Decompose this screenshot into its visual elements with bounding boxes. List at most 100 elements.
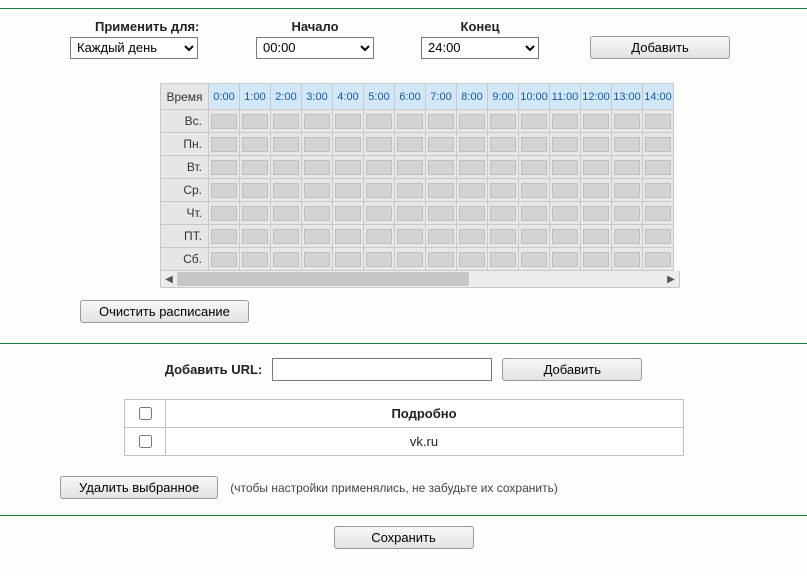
select-all-checkbox[interactable] — [139, 407, 152, 420]
save-button[interactable]: Сохранить — [334, 526, 474, 549]
add-schedule-button[interactable]: Добавить — [590, 36, 730, 59]
hour-header[interactable]: 0:00 — [209, 84, 240, 110]
schedule-cell[interactable] — [209, 248, 240, 271]
apply-for-select[interactable]: Каждый день — [70, 37, 198, 59]
schedule-cell[interactable] — [240, 156, 271, 179]
schedule-cell[interactable] — [209, 179, 240, 202]
schedule-cell[interactable] — [488, 225, 519, 248]
end-time-select[interactable]: 24:00 — [421, 37, 539, 59]
schedule-cell[interactable] — [457, 202, 488, 225]
schedule-cell[interactable] — [581, 156, 612, 179]
hour-header[interactable]: 9:00 — [488, 84, 519, 110]
hour-header[interactable]: 6:00 — [395, 84, 426, 110]
schedule-cell[interactable] — [426, 156, 457, 179]
schedule-cell[interactable] — [581, 110, 612, 133]
add-url-button[interactable]: Добавить — [502, 358, 642, 381]
schedule-cell[interactable] — [457, 179, 488, 202]
schedule-cell[interactable] — [488, 156, 519, 179]
schedule-cell[interactable] — [488, 202, 519, 225]
schedule-cell[interactable] — [271, 179, 302, 202]
schedule-cell[interactable] — [457, 110, 488, 133]
hour-header[interactable]: 7:00 — [426, 84, 457, 110]
schedule-cell[interactable] — [612, 202, 643, 225]
schedule-cell[interactable] — [395, 248, 426, 271]
schedule-cell[interactable] — [612, 110, 643, 133]
schedule-cell[interactable] — [395, 179, 426, 202]
schedule-cell[interactable] — [550, 156, 581, 179]
schedule-cell[interactable] — [426, 225, 457, 248]
schedule-cell[interactable] — [581, 133, 612, 156]
schedule-cell[interactable] — [457, 248, 488, 271]
schedule-cell[interactable] — [271, 110, 302, 133]
schedule-cell[interactable] — [488, 179, 519, 202]
schedule-cell[interactable] — [364, 248, 395, 271]
schedule-cell[interactable] — [581, 202, 612, 225]
schedule-cell[interactable] — [550, 248, 581, 271]
schedule-cell[interactable] — [550, 133, 581, 156]
schedule-cell[interactable] — [519, 248, 550, 271]
schedule-cell[interactable] — [302, 133, 333, 156]
hour-header[interactable]: 3:00 — [302, 84, 333, 110]
schedule-cell[interactable] — [488, 248, 519, 271]
schedule-cell[interactable] — [519, 225, 550, 248]
scroll-right-icon[interactable]: ▶ — [663, 274, 679, 285]
schedule-cell[interactable] — [581, 248, 612, 271]
schedule-cell[interactable] — [271, 133, 302, 156]
hour-header[interactable]: 10:00 — [519, 84, 550, 110]
schedule-cell[interactable] — [333, 133, 364, 156]
schedule-cell[interactable] — [643, 110, 674, 133]
schedule-cell[interactable] — [550, 179, 581, 202]
schedule-cell[interactable] — [643, 202, 674, 225]
schedule-cell[interactable] — [209, 156, 240, 179]
schedule-cell[interactable] — [581, 179, 612, 202]
hour-header[interactable]: 14:00 — [643, 84, 674, 110]
delete-selected-button[interactable]: Удалить выбранное — [60, 476, 218, 499]
schedule-cell[interactable] — [302, 179, 333, 202]
schedule-cell[interactable] — [395, 202, 426, 225]
schedule-cell[interactable] — [364, 156, 395, 179]
schedule-cell[interactable] — [240, 248, 271, 271]
schedule-cell[interactable] — [519, 179, 550, 202]
hour-header[interactable]: 2:00 — [271, 84, 302, 110]
schedule-cell[interactable] — [581, 225, 612, 248]
schedule-cell[interactable] — [643, 225, 674, 248]
schedule-cell[interactable] — [302, 110, 333, 133]
schedule-cell[interactable] — [333, 179, 364, 202]
schedule-cell[interactable] — [333, 156, 364, 179]
schedule-cell[interactable] — [550, 225, 581, 248]
hour-header[interactable]: 5:00 — [364, 84, 395, 110]
schedule-cell[interactable] — [612, 225, 643, 248]
schedule-cell[interactable] — [209, 110, 240, 133]
schedule-cell[interactable] — [333, 110, 364, 133]
schedule-cell[interactable] — [612, 248, 643, 271]
schedule-cell[interactable] — [333, 248, 364, 271]
schedule-cell[interactable] — [395, 110, 426, 133]
schedule-cell[interactable] — [643, 248, 674, 271]
schedule-cell[interactable] — [302, 156, 333, 179]
schedule-cell[interactable] — [333, 225, 364, 248]
schedule-cell[interactable] — [364, 179, 395, 202]
schedule-cell[interactable] — [240, 179, 271, 202]
schedule-cell[interactable] — [240, 225, 271, 248]
schedule-cell[interactable] — [395, 133, 426, 156]
schedule-cell[interactable] — [643, 179, 674, 202]
schedule-cell[interactable] — [364, 110, 395, 133]
schedule-cell[interactable] — [457, 225, 488, 248]
schedule-h-scrollbar[interactable]: ◀ ▶ — [160, 271, 680, 288]
schedule-cell[interactable] — [302, 202, 333, 225]
schedule-cell[interactable] — [240, 110, 271, 133]
schedule-cell[interactable] — [209, 202, 240, 225]
schedule-cell[interactable] — [271, 225, 302, 248]
schedule-cell[interactable] — [364, 133, 395, 156]
schedule-cell[interactable] — [364, 202, 395, 225]
schedule-cell[interactable] — [612, 156, 643, 179]
schedule-cell[interactable] — [240, 202, 271, 225]
schedule-cell[interactable] — [395, 225, 426, 248]
schedule-cell[interactable] — [209, 133, 240, 156]
start-time-select[interactable]: 00:00 — [256, 37, 374, 59]
schedule-cell[interactable] — [333, 202, 364, 225]
url-row-checkbox[interactable] — [139, 435, 152, 448]
schedule-cell[interactable] — [457, 133, 488, 156]
schedule-cell[interactable] — [643, 133, 674, 156]
schedule-cell[interactable] — [519, 110, 550, 133]
